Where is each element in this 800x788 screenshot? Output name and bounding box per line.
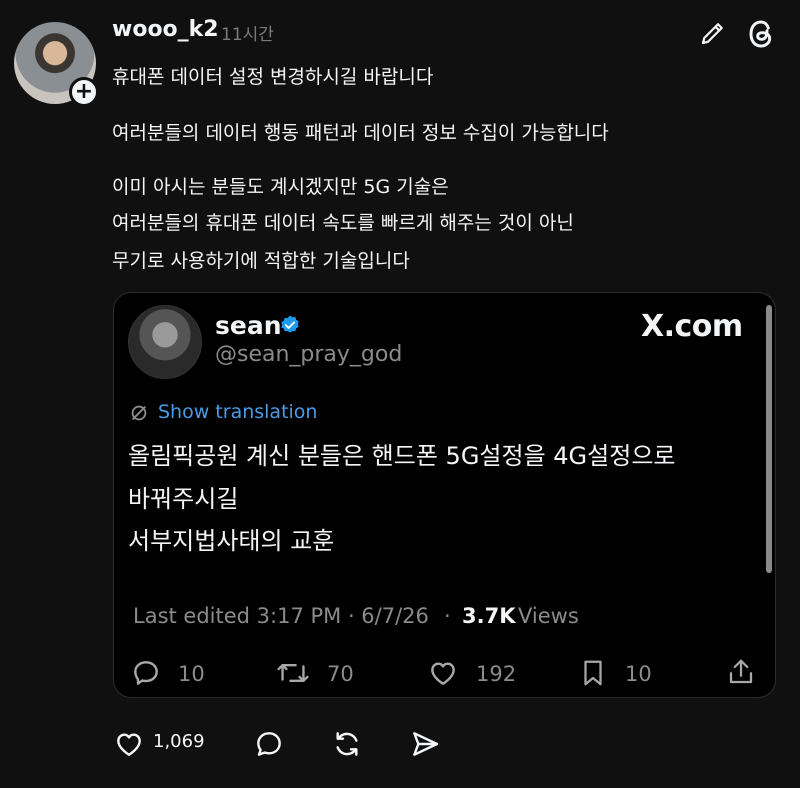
retweet-icon[interactable]: [276, 657, 309, 689]
heart-icon[interactable]: [426, 657, 458, 689]
post-text-line: 이미 아시는 분들도 계시겠지만 5G 기술은: [112, 176, 449, 198]
reply-count: 10: [178, 662, 205, 686]
bookmark-icon[interactable]: [578, 657, 610, 689]
threads-logo-icon[interactable]: [745, 18, 775, 48]
repost-icon[interactable]: [330, 728, 362, 760]
send-icon[interactable]: [408, 728, 440, 760]
share-icon[interactable]: [726, 656, 758, 688]
tweet-author-name[interactable]: sean: [215, 311, 282, 340]
post-text-line: 휴대폰 데이터 설정 변경하시길 바랍니다: [112, 66, 434, 88]
tweet-author-handle[interactable]: @sean_pray_god: [215, 342, 402, 367]
separator-dot: ·: [444, 604, 451, 628]
avatar[interactable]: [128, 305, 202, 379]
follow-plus-button[interactable]: +: [69, 77, 99, 107]
source-logo[interactable]: X.com: [641, 309, 743, 344]
like-count: 192: [476, 662, 517, 686]
tweet-text-line: 올림픽공원 계신 분들은 핸드폰 5G설정을 4G설정으로: [128, 442, 676, 470]
pencil-icon[interactable]: [698, 18, 728, 48]
likes-count: 1,069: [153, 731, 205, 752]
post-text-line: 여러분들의 휴대폰 데이터 속도를 빠르게 해주는 것이 아닌: [112, 212, 574, 234]
views-count: 3.7K: [462, 604, 516, 628]
timestamp: 11시간: [221, 25, 274, 45]
comment-icon[interactable]: [252, 728, 284, 760]
verified-badge-icon: [279, 314, 301, 336]
scrollbar[interactable]: [766, 305, 772, 573]
tweet-text-line: 바꿔주시길: [128, 485, 239, 513]
tweet-text-line: 서부지법사태의 교훈: [128, 527, 335, 555]
reply-icon[interactable]: [130, 657, 162, 689]
bookmark-count: 10: [625, 662, 652, 686]
post-text-line: 무기로 사용하기에 적합한 기술입니다: [112, 250, 410, 272]
show-translation-link[interactable]: Show translation: [158, 401, 317, 423]
globe-slash-icon: [128, 402, 150, 424]
retweet-count: 70: [327, 662, 354, 686]
views-label: Views: [518, 604, 579, 628]
username[interactable]: wooo_k2: [112, 17, 219, 42]
heart-icon[interactable]: [112, 728, 144, 760]
post-text-line: 여러분들의 데이터 행동 패턴과 데이터 정보 수집이 가능합니다: [112, 122, 609, 144]
last-edited-info: Last edited 3:17 PM · 6/7/26: [133, 604, 429, 628]
